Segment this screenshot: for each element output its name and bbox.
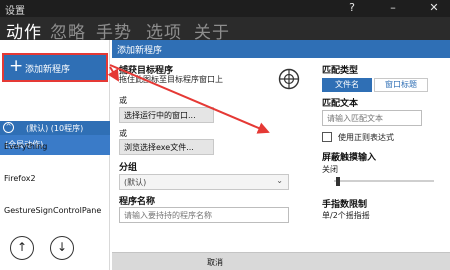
match-text-input-wrap bbox=[322, 110, 422, 126]
export-button[interactable]: ↓ bbox=[50, 236, 74, 260]
finger-limit-value: 单/2个摇指摇 bbox=[322, 211, 370, 220]
app-sidebar: + 添加新程序 ^ (默认) (10程序) (全局动作) Everything … bbox=[0, 40, 110, 270]
import-button[interactable]: ↑ bbox=[10, 236, 34, 260]
finger-limit-title: 手指数限制 bbox=[322, 200, 368, 210]
block-touch-value: 关闭 bbox=[322, 165, 338, 174]
match-window-title-toggle[interactable]: 窗口标题 bbox=[374, 78, 428, 92]
main-nav: 动作 忽略 手势 选项 关于 bbox=[0, 17, 450, 43]
close-button[interactable]: ✕ bbox=[425, 1, 443, 14]
group-select[interactable]: (默认) ⌄ bbox=[119, 174, 289, 190]
window-title: 设置 bbox=[5, 6, 25, 17]
dialog-header: 添加新程序 bbox=[112, 40, 450, 58]
regex-checkbox[interactable] bbox=[322, 132, 332, 142]
block-touch-title: 屏蔽触摸输入 bbox=[322, 153, 377, 163]
upload-icon: ↑ bbox=[16, 240, 28, 254]
dialog-footer: 取消 bbox=[112, 252, 450, 270]
block-touch-slider-track[interactable] bbox=[334, 180, 434, 182]
capture-hint: 拖住此图标至目标程序窗口上 bbox=[119, 75, 223, 84]
plus-icon: + bbox=[9, 56, 24, 76]
minimize-button[interactable]: – bbox=[384, 1, 402, 14]
program-name-input[interactable] bbox=[120, 208, 288, 222]
add-program-dialog: 添加新程序 捕获目标程序 拖住此图标至目标程序窗口上 或 选择运行中的窗口...… bbox=[112, 40, 450, 270]
add-program-label: 添加新程序 bbox=[25, 65, 71, 75]
collapse-icon: ^ bbox=[3, 122, 14, 133]
chevron-down-icon: ⌄ bbox=[276, 176, 283, 185]
cancel-button[interactable]: 取消 bbox=[207, 257, 223, 268]
sidebar-item-firefox[interactable]: Firefox2 bbox=[4, 174, 36, 183]
or-label-1: 或 bbox=[119, 96, 127, 105]
crosshair-target-icon[interactable] bbox=[278, 68, 300, 90]
dialog-title: 添加新程序 bbox=[117, 46, 163, 56]
or-label-2: 或 bbox=[119, 129, 127, 138]
regex-label: 使用正则表达式 bbox=[338, 133, 394, 142]
browse-exe-button[interactable]: 浏览选择exe文件... bbox=[119, 139, 214, 155]
group-title: 分组 bbox=[119, 163, 138, 173]
group-header-default[interactable]: ^ (默认) (10程序) bbox=[0, 121, 110, 135]
download-icon: ↓ bbox=[56, 240, 68, 254]
program-name-title: 程序名称 bbox=[119, 197, 156, 207]
help-button[interactable]: ? bbox=[343, 1, 361, 14]
select-window-button[interactable]: 选择运行中的窗口... bbox=[119, 107, 214, 123]
window-titlebar: 设置 ? – ✕ bbox=[0, 0, 450, 17]
match-type-title: 匹配类型 bbox=[322, 66, 359, 76]
match-filename-toggle[interactable]: 文件名 bbox=[322, 78, 372, 92]
group-select-value: (默认) bbox=[124, 178, 147, 187]
group-header-label: (默认) (10程序) bbox=[26, 124, 84, 133]
sidebar-item-everything[interactable]: Everything bbox=[4, 142, 47, 151]
match-text-input[interactable] bbox=[323, 111, 421, 125]
program-name-input-wrap bbox=[119, 207, 289, 223]
add-program-button[interactable]: + 添加新程序 bbox=[2, 53, 108, 82]
match-text-title: 匹配文本 bbox=[322, 99, 359, 109]
sidebar-item-gesturesign[interactable]: GestureSignControlPane bbox=[4, 206, 101, 215]
block-touch-slider-thumb[interactable] bbox=[336, 177, 340, 186]
